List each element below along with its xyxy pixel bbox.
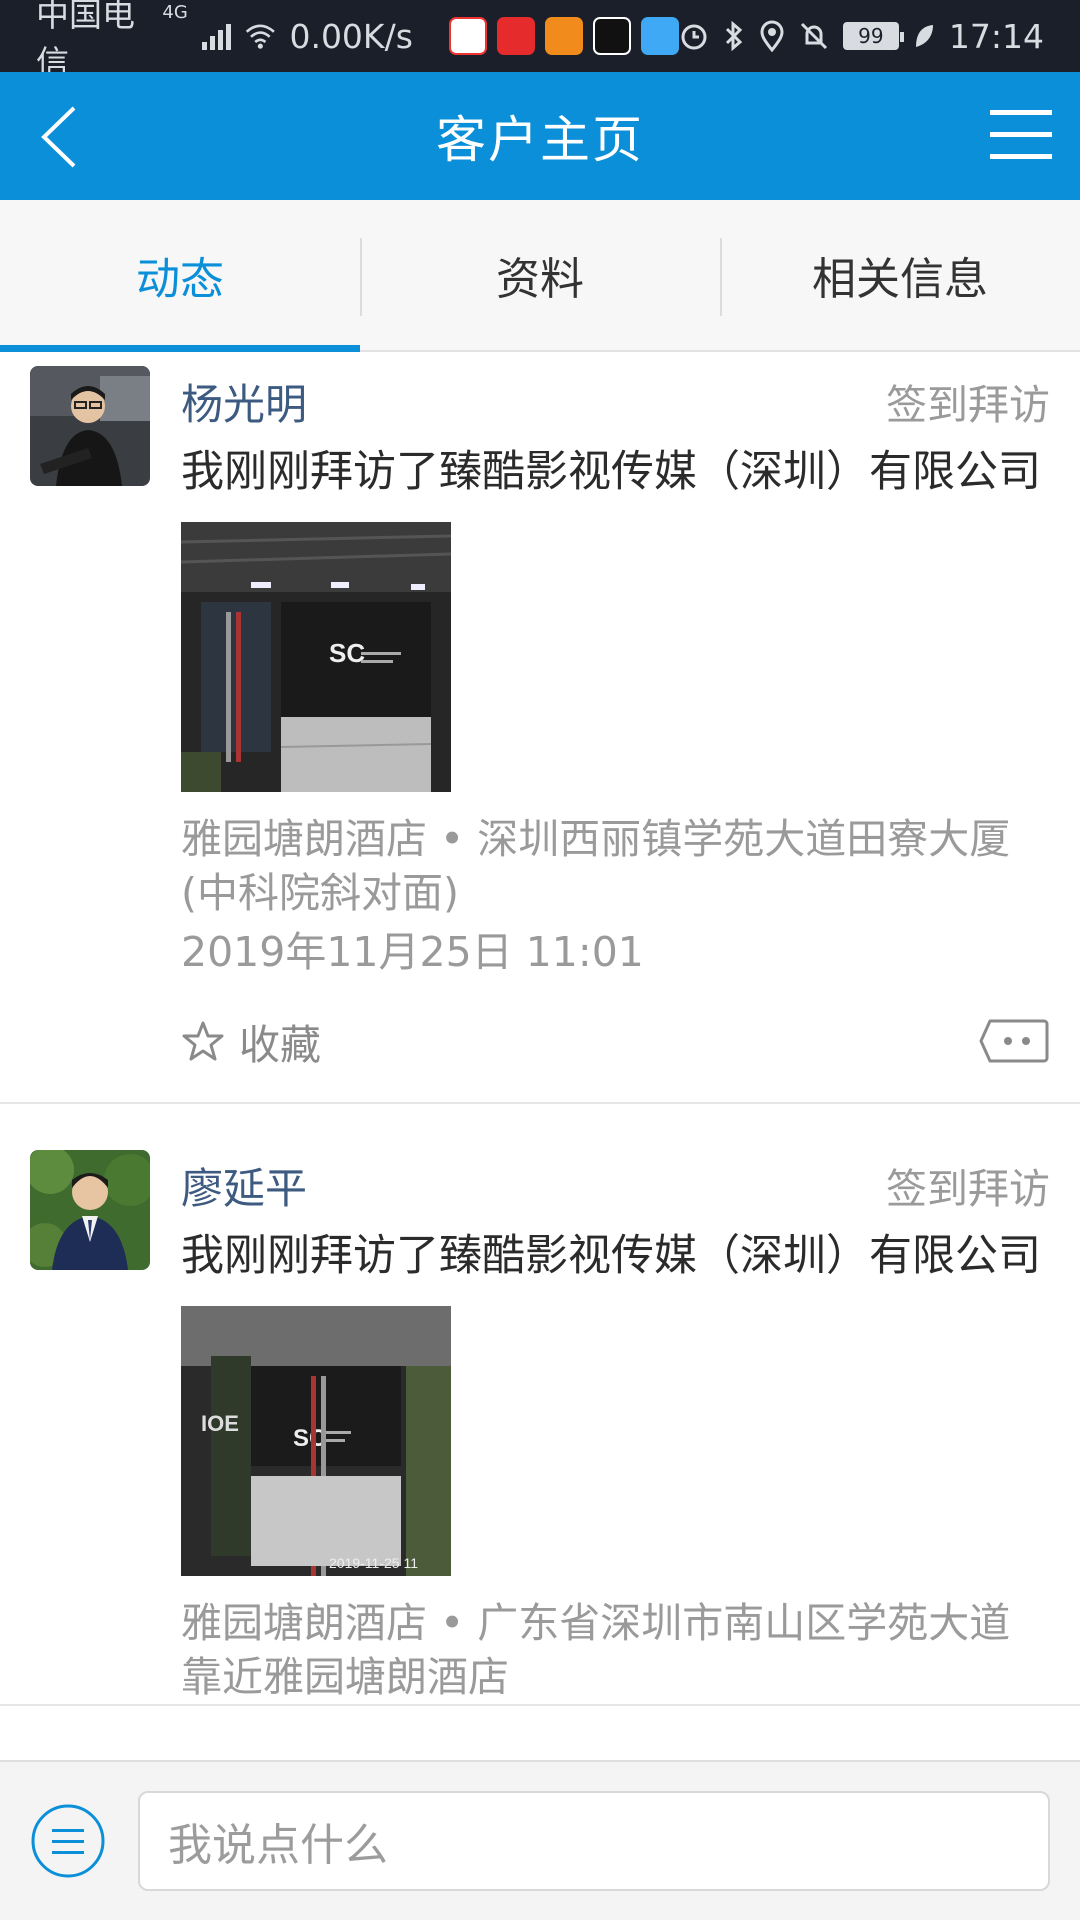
comment-input[interactable]: 我说点什么 xyxy=(138,1791,1050,1891)
chevron-left-icon[interactable] xyxy=(30,102,100,172)
page-title: 客户主页 xyxy=(436,111,644,169)
location-icon xyxy=(760,20,784,52)
favorite-label: 收藏 xyxy=(239,1021,321,1069)
svg-text:SC: SC xyxy=(329,638,365,668)
photo-timestamp: 2019-11-25 11 xyxy=(329,1555,418,1571)
post-author[interactable]: 杨光明 xyxy=(181,371,307,432)
post-location: 雅园塘朗酒店 • 广东省深圳市南山区学苑大道靠近雅园塘朗酒店 xyxy=(181,1599,1011,1701)
avatar[interactable] xyxy=(30,1150,150,1270)
bluetooth-icon xyxy=(725,20,743,52)
star-icon xyxy=(182,1021,224,1061)
tab-related-info[interactable]: 相关信息 xyxy=(720,200,1080,350)
post-text: 我刚刚拜访了臻酷影视传媒（深圳）有限公司 xyxy=(181,447,1041,497)
svg-text:IOE: IOE xyxy=(201,1411,239,1436)
favorite-button[interactable]: 收藏 xyxy=(181,1011,321,1071)
post-type: 签到拜访 xyxy=(886,381,1050,429)
app-icon-browser xyxy=(640,17,679,55)
app-icon-baidu xyxy=(448,17,487,55)
comment-icon[interactable] xyxy=(978,1018,1050,1064)
post-photo[interactable]: SC xyxy=(181,522,451,792)
feed-post: 杨光明 签到拜访 我刚刚拜访了臻酷影视传媒（深圳）有限公司 SC 雅园塘朗酒店 … xyxy=(0,354,1080,1104)
post-type: 签到拜访 xyxy=(886,1165,1050,1213)
network-label: 4G xyxy=(162,2,188,23)
tab-profile[interactable]: 资料 xyxy=(360,200,720,350)
avatar[interactable] xyxy=(30,366,150,486)
app-icon-video xyxy=(544,17,583,55)
app-header: 客户主页 xyxy=(0,72,1080,200)
wifi-icon xyxy=(245,24,275,49)
hamburger-menu-icon[interactable] xyxy=(990,106,1052,164)
comment-bar: 我说点什么 xyxy=(0,1760,1080,1920)
alarm-icon xyxy=(681,24,707,50)
tab-bar: 动态 资料 相关信息 xyxy=(0,200,1080,352)
menu-circle-icon[interactable] xyxy=(30,1803,106,1879)
network-speed: 0.00K/s xyxy=(289,16,413,56)
tab-activity[interactable]: 动态 xyxy=(0,200,360,352)
post-author[interactable]: 廖延平 xyxy=(181,1155,307,1216)
feed-post: 廖延平 签到拜访 我刚刚拜访了臻酷影视传媒（深圳）有限公司 SC IOE 201… xyxy=(0,1104,1080,1706)
status-bar: 中国电信 4G 0.00K/s 99 17:14 xyxy=(0,0,1080,82)
battery-icon: 99 xyxy=(842,22,904,50)
clock: 17:14 xyxy=(948,16,1044,56)
post-location: 雅园塘朗酒店 • 深圳西丽镇学苑大道田寮大厦(中科院斜对面) xyxy=(181,815,1011,917)
post-photo[interactable]: SC IOE 2019-11-25 11 xyxy=(181,1306,451,1576)
post-time: 2019年11月25日 11:01 xyxy=(181,928,644,976)
app-icon-p xyxy=(592,17,631,55)
activity-feed[interactable]: 杨光明 签到拜访 我刚刚拜访了臻酷影视传媒（深圳）有限公司 SC 雅园塘朗酒店 … xyxy=(0,354,1080,1760)
mute-icon xyxy=(800,22,827,50)
signal-icon xyxy=(201,22,231,50)
app-icon-news xyxy=(496,17,535,55)
post-text: 我刚刚拜访了臻酷影视传媒（深圳）有限公司 xyxy=(181,1231,1041,1281)
leaf-icon xyxy=(915,25,933,47)
